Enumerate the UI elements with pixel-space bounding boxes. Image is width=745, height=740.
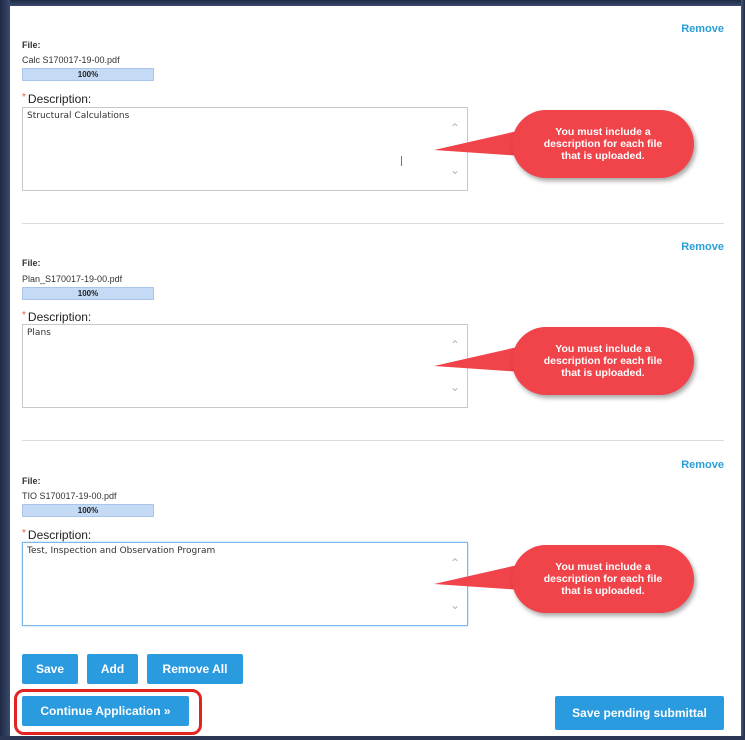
callout-text: You must include a description for each … — [543, 126, 663, 162]
upload-progress-text: 100% — [77, 70, 99, 79]
file-label: File: — [22, 476, 41, 486]
upload-progress-text: 100% — [77, 506, 99, 515]
description-textarea[interactable]: Plans ⌃ ⌄ — [22, 324, 468, 408]
add-button[interactable]: Add — [87, 654, 138, 684]
callout-pointer — [434, 346, 522, 372]
description-value: Plans — [27, 328, 51, 338]
save-pending-submittal-button[interactable]: Save pending submittal — [555, 696, 724, 730]
file-label: File: — [22, 258, 41, 268]
remove-file-2-link[interactable]: Remove — [681, 241, 724, 253]
callout-text: You must include a description for each … — [543, 343, 663, 379]
window-frame-left — [0, 0, 10, 740]
upload-progress-bar: 100% — [22, 287, 154, 300]
callout-bubble: You must include a description for each … — [512, 110, 694, 178]
description-label: * Description: — [22, 528, 92, 542]
save-button[interactable]: Save — [22, 654, 78, 684]
callout-text: You must include a description for each … — [543, 561, 663, 597]
scroll-down-icon[interactable]: ⌄ — [449, 599, 461, 611]
remove-file-3-link[interactable]: Remove — [681, 459, 724, 471]
upload-progress-bar: 100% — [22, 504, 154, 517]
description-value: Structural Calculations — [27, 111, 130, 121]
scroll-down-icon[interactable]: ⌄ — [449, 164, 461, 176]
description-value: Test, Inspection and Observation Program — [27, 546, 216, 556]
file-name: TIO S170017-19-00.pdf — [22, 491, 117, 501]
section-divider — [22, 223, 724, 224]
required-marker: * — [22, 310, 26, 321]
text-cursor — [401, 156, 402, 166]
description-label: * Description: — [22, 92, 92, 106]
description-textarea[interactable]: Test, Inspection and Observation Program… — [22, 542, 468, 626]
section-divider — [22, 440, 724, 441]
callout-pointer — [434, 130, 522, 156]
window-frame-right — [741, 0, 745, 740]
file-name: Plan_S170017-19-00.pdf — [22, 274, 123, 284]
file-name: Calc S170017-19-00.pdf — [22, 55, 120, 65]
callout-pointer — [434, 564, 522, 590]
required-marker: * — [22, 92, 26, 103]
description-textarea[interactable]: Structural Calculations ⌃ ⌄ — [22, 107, 468, 191]
upload-progress-bar: 100% — [22, 68, 154, 81]
callout-bubble: You must include a description for each … — [512, 327, 694, 395]
remove-all-button[interactable]: Remove All — [147, 654, 243, 684]
callout-bubble: You must include a description for each … — [512, 545, 694, 613]
remove-file-1-link[interactable]: Remove — [681, 23, 724, 35]
upload-progress-text: 100% — [77, 289, 99, 298]
scroll-down-icon[interactable]: ⌄ — [449, 381, 461, 393]
required-marker: * — [22, 528, 26, 539]
window-frame-top — [0, 0, 745, 6]
file-label: File: — [22, 40, 41, 50]
description-label: * Description: — [22, 310, 92, 324]
window-frame-bottom — [0, 736, 745, 740]
continue-application-button[interactable]: Continue Application » — [22, 696, 189, 726]
